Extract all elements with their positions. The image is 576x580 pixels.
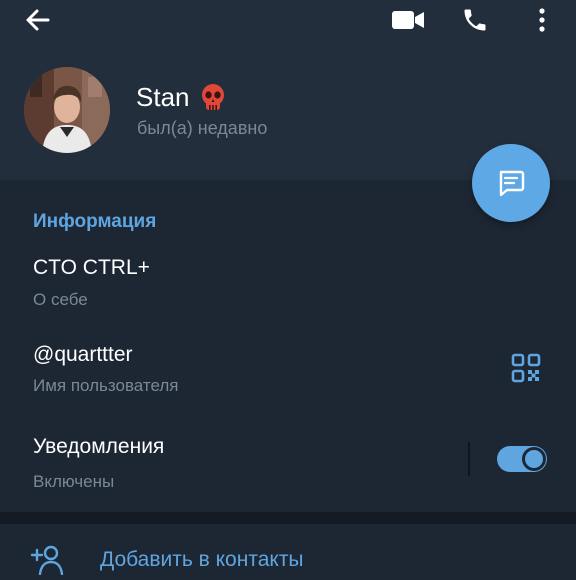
username-value[interactable]: @quarttter	[33, 343, 133, 367]
info-section-title: Информация	[33, 211, 157, 232]
more-vertical-icon	[539, 8, 545, 32]
message-icon	[499, 170, 525, 197]
add-user-icon	[30, 545, 64, 576]
arrow-left-icon	[26, 9, 50, 31]
skull-emoji-icon	[201, 83, 224, 110]
send-message-button[interactable]	[472, 144, 550, 222]
add-contact-label[interactable]: Добавить в контакты	[100, 548, 304, 572]
notifications-toggle[interactable]	[497, 446, 547, 472]
section-separator	[0, 512, 576, 524]
bio-label: О себе	[33, 290, 88, 309]
more-button[interactable]	[530, 4, 554, 36]
username-label: Имя пользователя	[33, 376, 179, 395]
phone-icon	[464, 9, 486, 31]
contact-name-row: Stan	[136, 82, 226, 113]
notifications-status: Включены	[33, 472, 115, 491]
avatar-photo	[24, 67, 110, 153]
bio-value[interactable]: CTO CTRL+	[33, 256, 150, 280]
qr-code-button[interactable]	[510, 352, 542, 384]
notifications-title[interactable]: Уведомления	[33, 435, 164, 459]
video-call-button[interactable]	[390, 4, 426, 36]
add-contact-icon-wrap	[30, 543, 66, 576]
qr-code-icon	[511, 353, 541, 383]
video-call-icon	[392, 11, 424, 29]
contact-name: Stan	[136, 82, 190, 112]
back-button[interactable]	[22, 4, 54, 36]
call-button[interactable]	[458, 4, 492, 36]
avatar[interactable]	[24, 67, 110, 153]
vertical-divider	[468, 442, 470, 476]
last-seen-status: был(а) недавно	[137, 118, 268, 138]
toggle-knob	[522, 447, 546, 471]
